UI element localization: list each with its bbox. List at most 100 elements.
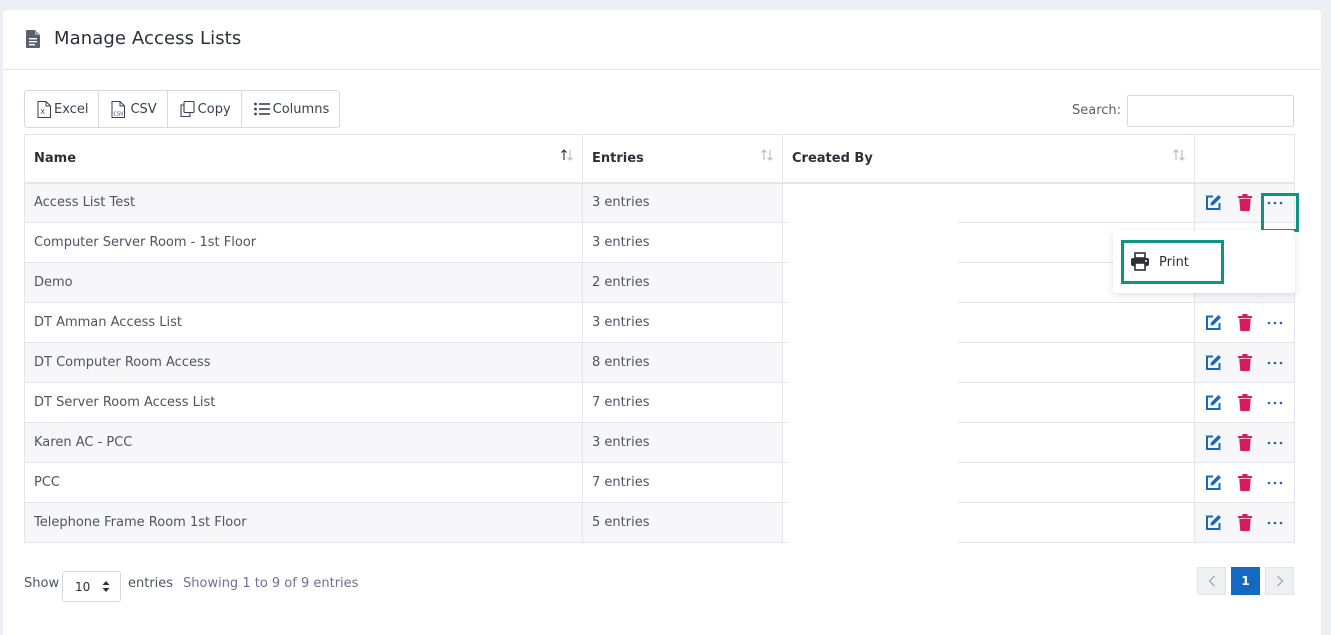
edit-button[interactable] [1204,432,1224,454]
more-dots-icon [1267,401,1283,404]
svg-text:CSV: CSV [114,111,125,117]
more-actions-button[interactable] [1265,512,1285,534]
access-lists-table: Name Entries Created By Access List Test… [24,134,1295,543]
cell-name: DT Server Room Access List [24,382,583,423]
more-dots-icon [1267,321,1283,324]
edit-button[interactable] [1204,312,1224,334]
delete-button[interactable] [1235,472,1255,494]
cell-entries: 7 entries [582,382,783,423]
table-row: PCC 7 entries [24,462,1295,503]
excel-button[interactable]: X Excel [25,91,100,127]
sort-icon [561,149,573,161]
delete-button[interactable] [1235,312,1255,334]
column-header-actions [1194,134,1295,184]
trash-icon [1237,194,1252,212]
trash-icon [1237,434,1252,451]
edit-icon [1206,355,1222,370]
edit-icon [1206,475,1222,490]
cell-actions [1194,342,1295,383]
cell-entries: 8 entries [582,342,783,383]
cell-entries: 3 entries [582,422,783,463]
cell-actions [1194,382,1295,423]
row-actions-dropdown: Print [1113,230,1295,293]
redacted-area [788,195,958,552]
edit-button[interactable] [1204,392,1224,414]
chevron-left-icon [1208,575,1215,587]
table-row: DT Server Room Access List 7 entries [24,382,1295,423]
chevron-right-icon [1276,575,1283,587]
print-menu-item[interactable]: Print [1121,240,1224,284]
edit-button[interactable] [1204,352,1224,374]
cell-entries: 2 entries [582,262,783,303]
edit-icon [1206,435,1222,450]
page-title: Manage Access Lists [54,28,242,49]
previous-page-button[interactable] [1197,567,1226,595]
show-label: Show [24,576,60,591]
cell-entries: 5 entries [582,502,783,543]
cell-entries: 7 entries [582,462,783,503]
cell-name: Telephone Frame Room 1st Floor [24,502,583,543]
copy-button[interactable]: Copy [168,91,242,127]
cell-name: DT Amman Access List [24,302,583,343]
more-actions-button[interactable] [1265,192,1285,214]
cell-actions [1194,462,1295,503]
table-row: Access List Test 3 entries [24,182,1295,223]
delete-button[interactable] [1235,512,1255,534]
trash-icon [1237,474,1252,491]
cell-name: Demo [24,262,583,303]
more-actions-button[interactable] [1265,432,1285,454]
trash-icon [1237,354,1252,371]
delete-button[interactable] [1235,432,1255,454]
delete-button[interactable] [1235,392,1255,414]
more-actions-button[interactable] [1265,472,1285,494]
table-row: Demo 2 entries [24,262,1295,303]
columns-button[interactable]: Columns [242,91,340,127]
table-row: Computer Server Room - 1st Floor 3 entrie… [24,222,1295,263]
table-row: DT Amman Access List 3 entries [24,302,1295,343]
table-row: DT Computer Room Access 8 entries [24,342,1295,383]
cell-entries: 3 entries [582,222,783,263]
trash-icon [1237,314,1252,331]
table-row: Karen AC - PCC 3 entries [24,422,1295,463]
print-label: Print [1159,254,1189,270]
column-header-name[interactable]: Name [24,134,583,184]
card-header: Manage Access Lists [3,10,1321,70]
edit-button[interactable] [1204,512,1224,534]
printer-icon [1131,252,1149,271]
sort-icon [761,149,773,161]
export-button-group: X Excel CSV CSV Copy Columns [24,90,341,128]
edit-icon [1206,395,1222,410]
column-header-created-by[interactable]: Created By [782,134,1195,184]
svg-text:X: X [40,108,45,116]
page-button-1[interactable]: 1 [1231,567,1260,595]
delete-button[interactable] [1235,352,1255,374]
next-page-button[interactable] [1265,567,1294,595]
edit-icon [1206,515,1222,530]
edit-button[interactable] [1204,192,1224,214]
delete-button[interactable] [1235,192,1255,214]
table-row: Telephone Frame Room 1st Floor 5 entries [24,502,1295,543]
column-header-entries[interactable]: Entries [582,134,783,184]
more-actions-button[interactable] [1265,312,1285,334]
more-dots-icon [1267,201,1283,205]
pagination: 1 [1197,567,1294,595]
document-icon [26,30,40,48]
more-dots-icon [1267,441,1283,444]
search-input[interactable] [1127,95,1294,127]
edit-icon [1206,195,1222,211]
csv-button[interactable]: CSV CSV [99,91,168,127]
cell-name: DT Computer Room Access [24,342,583,383]
more-actions-button[interactable] [1265,392,1285,414]
more-dots-icon [1267,361,1283,364]
cell-actions [1194,302,1295,343]
page-size-select[interactable]: 10 [62,571,121,602]
cell-actions [1194,422,1295,463]
entries-label: entries [128,576,174,591]
trash-icon [1237,514,1252,531]
excel-file-icon: X [37,100,51,118]
more-actions-button[interactable] [1265,352,1285,374]
cell-name: Karen AC - PCC [24,422,583,463]
table-info: Showing 1 to 9 of 9 entries [183,576,359,591]
edit-button[interactable] [1204,472,1224,494]
cell-actions [1194,502,1295,543]
